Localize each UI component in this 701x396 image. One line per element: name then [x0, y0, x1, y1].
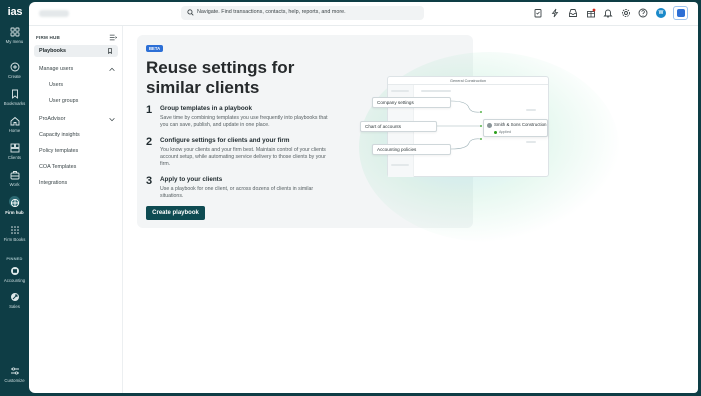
status-dot: [494, 131, 497, 134]
rail-label: Firm hub: [5, 210, 24, 215]
connector-lines: [437, 100, 482, 150]
client-name: Smith & Sons Construction: [494, 122, 547, 127]
rail-label: Bookmarks: [3, 101, 26, 106]
client-avatar: [487, 123, 492, 128]
app-logo[interactable]: ias: [4, 6, 26, 18]
grid-icon: [10, 27, 19, 37]
bookmark-icon: [11, 89, 18, 99]
rail-item-firm-books[interactable]: Firm Books: [0, 225, 29, 242]
rail-label: Create: [8, 74, 21, 79]
rail-item-firm-hub[interactable]: Firm hub: [0, 196, 29, 215]
rail-label: My menu: [5, 39, 24, 44]
rail-item-create[interactable]: Create: [0, 62, 29, 79]
accounting-icon: [10, 267, 19, 275]
rail-label: Home: [8, 128, 21, 133]
client-card: Smith & Sons Construction Applied: [483, 119, 548, 137]
rail-item-bookmarks[interactable]: Bookmarks: [0, 89, 29, 106]
rail-label: Accounting: [3, 278, 26, 283]
rail-item-accounting[interactable]: Accounting: [0, 266, 29, 283]
sales-icon: [10, 293, 19, 301]
accounting-policies-pill: Accounting policies: [372, 144, 451, 155]
rail-item-my-menu[interactable]: My menu: [0, 27, 29, 44]
sliders-icon: [10, 367, 19, 375]
rail-label: Work: [9, 182, 20, 187]
plus-circle-icon: [10, 62, 19, 72]
pinned-label: PINNED: [6, 256, 23, 261]
rail-item-customize[interactable]: Customize: [0, 366, 29, 383]
left-rail: ias My menu Create Bookmarks Home Client…: [0, 0, 29, 396]
rail-item-sales[interactable]: Sales: [0, 292, 29, 309]
rail-label: Clients: [7, 155, 22, 160]
rail-label: Sales: [9, 304, 20, 309]
chart-of-accounts-pill: Chart of accounts: [360, 121, 437, 132]
rail-item-home[interactable]: Home: [0, 116, 29, 133]
firm-hub-icon: [10, 198, 19, 208]
clients-icon: [10, 143, 19, 153]
company-settings-pill: Company settings: [372, 97, 451, 108]
rail-item-clients[interactable]: Clients: [0, 143, 29, 160]
main-frame: Navigate. Find transactions, contacts, h…: [29, 2, 698, 393]
rail-item-work[interactable]: Work: [0, 170, 29, 187]
rail-label: Firm Books: [3, 237, 26, 242]
dots-grid-icon: [10, 226, 19, 234]
home-icon: [10, 116, 19, 126]
rail-label: Customize: [4, 378, 25, 383]
client-status: Applied: [499, 129, 511, 134]
briefcase-icon: [10, 171, 19, 180]
